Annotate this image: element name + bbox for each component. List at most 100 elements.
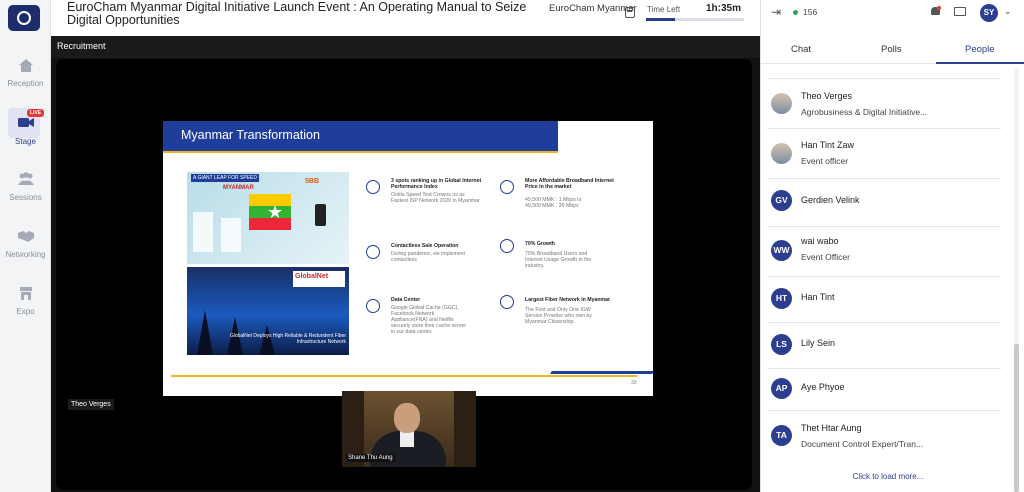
panel-topbar: ⇥ 156 SY ⌄ xyxy=(761,0,1024,26)
nav-expo[interactable]: Expo xyxy=(0,285,51,316)
nav-reception[interactable]: Reception xyxy=(0,57,51,88)
stage-screen: Myanmar Transformation A GIANT LEAP FOR … xyxy=(56,59,752,490)
slide-accent-line xyxy=(163,151,558,153)
bookshelf xyxy=(454,391,476,467)
stat-card xyxy=(221,218,241,252)
binoculars-icon xyxy=(500,180,514,194)
list-item[interactable]: TA Thet Htar Aung Document Control Exper… xyxy=(767,410,1001,462)
chevron-down-icon[interactable]: ⌄ xyxy=(1004,6,1012,17)
event-organizer: EuroCham Myanmar xyxy=(549,3,637,14)
nav-networking[interactable]: Networking xyxy=(0,228,51,259)
logo-mark xyxy=(17,11,31,25)
stage-name: Recruitment xyxy=(57,41,106,51)
point-body: The First and Only One IGW Service Provi… xyxy=(525,307,592,325)
star-badge-icon xyxy=(366,299,380,313)
scroll-thumb[interactable] xyxy=(1014,344,1019,492)
point-body: Ookla Speed Test Crowns us as Fastest IS… xyxy=(391,192,480,204)
tab-polls[interactable]: Polls xyxy=(881,44,902,55)
nav-reception-label: Reception xyxy=(7,79,44,88)
bb5-logo: 5BB xyxy=(305,178,320,185)
people-scrollbar[interactable] xyxy=(1014,68,1019,492)
globalnet-logo: GlobalNet xyxy=(293,271,345,287)
camera-name-label: Shane Thu Aung xyxy=(346,454,395,462)
tab-people[interactable]: People xyxy=(965,44,995,55)
diamond-icon xyxy=(366,180,380,194)
time-progress-bar xyxy=(646,18,744,21)
booth-icon xyxy=(19,287,32,300)
event-title: EuroCham Myanmar Digital Initiative Laun… xyxy=(67,0,527,27)
rocket-icon xyxy=(366,245,380,259)
point-body: Google Global Cache (GGC), Facebook Netw… xyxy=(391,305,466,335)
right-panel: ⇥ 156 SY ⌄ Chat Polls People Theo Verges… xyxy=(760,0,1024,492)
list-item[interactable]: HT Han Tint xyxy=(767,276,1001,322)
person-name: Han Tint Zaw xyxy=(801,140,855,150)
nav-stage[interactable]: Stage xyxy=(0,114,51,146)
globalnet-graphic: GlobalNet GlobalNet Deploys High Reliabl… xyxy=(187,267,349,355)
time-progress-fill xyxy=(646,18,676,21)
list-item[interactable]: Han Tint Zaw Event officer xyxy=(767,128,1001,178)
app-root: Reception Stage LIVE Sessions Networking… xyxy=(0,0,1024,492)
speaker-camera-feed[interactable]: Shane Thu Aung xyxy=(342,391,476,467)
avatar: AP xyxy=(771,378,792,399)
presentation-slide: Myanmar Transformation A GIANT LEAP FOR … xyxy=(163,121,653,396)
avatar xyxy=(771,143,792,164)
person-title: Event officer xyxy=(801,156,849,166)
user-avatar[interactable]: SY xyxy=(980,4,998,22)
stage-name-bar: Recruitment xyxy=(51,36,760,58)
list-item[interactable]: AP Aye Phyoe xyxy=(767,368,1001,410)
point-body: 70% Broadband Users and Internet Usage G… xyxy=(525,251,592,269)
person-name: Lily Sein xyxy=(801,338,836,348)
avatar: HT xyxy=(771,288,792,309)
time-left-label: Time Left xyxy=(647,5,681,14)
speaker-shirt xyxy=(400,431,414,447)
online-count: 156 xyxy=(803,7,818,17)
point-heading: 70% Growth xyxy=(525,241,555,247)
calendar-icon[interactable] xyxy=(625,7,635,18)
map-title: MYANMAR xyxy=(223,185,254,191)
person-name: Han Tint xyxy=(801,292,835,302)
online-indicator-icon xyxy=(793,10,798,15)
nav-expo-label: Expo xyxy=(16,307,35,316)
person-title: Agrobusiness & Digital Initiative... xyxy=(801,107,928,117)
active-tab-indicator xyxy=(936,62,1024,64)
stage-area: Recruitment Myanmar Transformation A GIA… xyxy=(51,36,760,492)
list-item[interactable]: LS Lily Sein xyxy=(767,322,1001,368)
avatar: LS xyxy=(771,334,792,355)
stat-card xyxy=(193,212,213,252)
mail-icon[interactable] xyxy=(954,7,966,16)
speaker-head xyxy=(394,403,420,433)
tab-chat[interactable]: Chat xyxy=(791,44,811,55)
load-more-link[interactable]: Click to load more... xyxy=(761,472,1015,481)
person-title: Document Control Expert/Tran... xyxy=(801,439,924,449)
collapse-panel-icon[interactable]: ⇥ xyxy=(771,5,781,19)
slide-page-number: 33 xyxy=(631,380,637,386)
point-heading: Largest Fiber Network in Myanmar xyxy=(525,297,611,303)
left-nav: Reception Stage LIVE Sessions Networking… xyxy=(0,0,51,492)
slide-title: Myanmar Transformation xyxy=(181,128,320,142)
chat-growth-icon xyxy=(500,239,514,253)
avatar: GV xyxy=(771,190,792,211)
point-body: During pandemic, we implement contactles… xyxy=(391,251,466,263)
myanmar-flag-icon: ★ xyxy=(249,194,291,230)
person-name: wai wabo xyxy=(801,236,839,246)
nav-sessions[interactable]: Sessions xyxy=(0,171,51,202)
list-item[interactable]: Theo Verges Agrobusiness & Digital Initi… xyxy=(767,78,1001,128)
slide-footer-accent xyxy=(550,371,653,374)
phone-icon xyxy=(315,204,326,226)
globalnet-caption: GlobalNet Deploys High Reliable & Redund… xyxy=(229,333,346,345)
nav-sessions-label: Sessions xyxy=(9,193,42,202)
live-badge: LIVE xyxy=(27,109,45,117)
event-header: EuroCham Myanmar Digital Initiative Laun… xyxy=(51,0,760,36)
time-left-value: 1h:35m xyxy=(706,3,742,14)
person-name: Theo Verges xyxy=(801,91,853,101)
list-item[interactable]: GV Gerdien Velink xyxy=(767,178,1001,226)
notification-bell-icon[interactable] xyxy=(930,6,941,17)
myanmar-speed-graphic: A GIANT LEAP FOR SPEED MYANMAR ★ 5BB xyxy=(187,172,349,264)
presenter-name-label: Theo Verges xyxy=(68,399,114,410)
point-heading: 3 spots ranking up in Global Internet Pe… xyxy=(391,178,482,190)
point-heading: More Affordable Broadband Internet Price… xyxy=(525,178,614,190)
person-title: Event Officer xyxy=(801,252,850,262)
point-body: 49,500 MMK : 1 Mbps to 49,500 MMK : 30 M… xyxy=(525,197,582,209)
eurocham-logo[interactable] xyxy=(8,5,40,31)
list-item[interactable]: WW wai wabo Event Officer xyxy=(767,226,1001,276)
